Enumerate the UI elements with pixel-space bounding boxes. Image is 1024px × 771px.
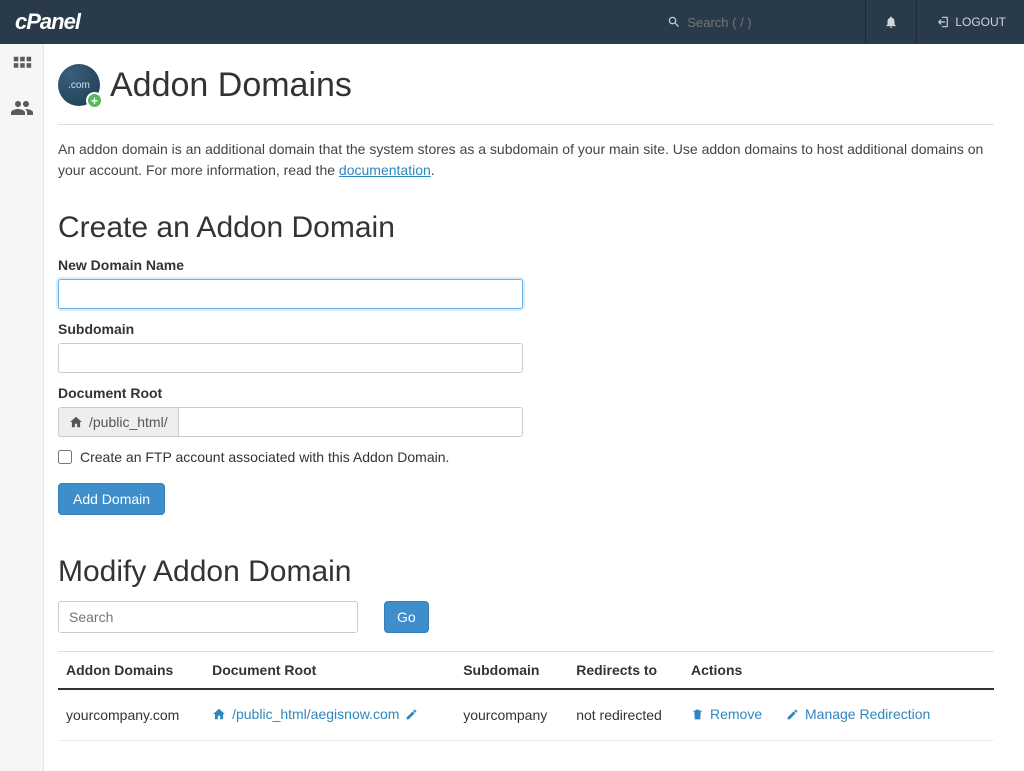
users-icon <box>10 96 34 120</box>
new-domain-label: New Domain Name <box>58 257 994 273</box>
intro-text: An addon domain is an additional domain … <box>58 139 994 181</box>
apps-grid-button[interactable] <box>11 54 33 76</box>
plus-badge-icon: + <box>86 92 103 109</box>
left-sidebar <box>0 44 44 771</box>
subdomain-label: Subdomain <box>58 321 994 337</box>
modify-heading: Modify Addon Domain <box>58 555 994 589</box>
edit-icon <box>786 708 799 721</box>
col-addon[interactable]: Addon Domains <box>58 652 204 690</box>
top-navbar: cPanel LOGOUT <box>0 0 1024 44</box>
trash-icon <box>691 708 704 721</box>
page-title: Addon Domains <box>110 66 352 105</box>
col-redirects[interactable]: Redirects to <box>568 652 683 690</box>
docroot-group: Document Root /public_html/ <box>58 385 994 437</box>
navbar-search[interactable] <box>637 0 865 44</box>
bell-icon <box>884 15 898 29</box>
logout-label: LOGOUT <box>955 15 1006 29</box>
col-actions: Actions <box>683 652 994 690</box>
intro-part1: An addon domain is an additional domain … <box>58 141 983 178</box>
modify-search-row: Go <box>58 601 994 633</box>
manage-label: Manage Redirection <box>805 706 930 722</box>
documentation-link[interactable]: documentation <box>339 162 431 178</box>
intro-part2: . <box>431 162 435 178</box>
go-button[interactable]: Go <box>384 601 429 633</box>
main-content: .com + Addon Domains An addon domain is … <box>44 44 1024 771</box>
edit-icon[interactable] <box>405 708 418 721</box>
home-icon <box>69 415 83 429</box>
add-domain-button[interactable]: Add Domain <box>58 483 165 515</box>
notifications-button[interactable] <box>865 0 916 44</box>
navbar-search-input[interactable] <box>687 15 847 30</box>
navbar-right: LOGOUT <box>637 0 1024 44</box>
users-button[interactable] <box>10 96 34 120</box>
logout-button[interactable]: LOGOUT <box>916 0 1024 44</box>
home-icon <box>212 707 226 721</box>
addon-domains-icon: .com + <box>58 64 100 106</box>
docroot-link[interactable]: /public_html/aegisnow.com <box>232 706 399 722</box>
ftp-checkbox-row: Create an FTP account associated with th… <box>58 449 994 465</box>
col-subdomain[interactable]: Subdomain <box>455 652 568 690</box>
new-domain-input[interactable] <box>58 279 523 309</box>
subdomain-group: Subdomain <box>58 321 994 373</box>
new-domain-group: New Domain Name <box>58 257 994 309</box>
grid-icon <box>11 54 33 76</box>
addon-domains-table: Addon Domains Document Root Subdomain Re… <box>58 651 994 741</box>
modify-search-input[interactable] <box>58 601 358 633</box>
page-header: .com + Addon Domains <box>58 64 994 125</box>
remove-action[interactable]: Remove <box>691 706 762 722</box>
docroot-prefix: /public_html/ <box>58 407 178 437</box>
ftp-checkbox[interactable] <box>58 450 72 464</box>
docroot-prefix-text: /public_html/ <box>89 414 168 430</box>
subdomain-input[interactable] <box>58 343 523 373</box>
docroot-label: Document Root <box>58 385 994 401</box>
docroot-input[interactable] <box>178 407 523 437</box>
manage-redirection-action[interactable]: Manage Redirection <box>786 706 930 722</box>
remove-label: Remove <box>710 706 762 722</box>
create-heading: Create an Addon Domain <box>58 211 994 245</box>
icon-label: .com <box>68 80 90 91</box>
navbar-left: cPanel <box>15 9 80 35</box>
col-docroot[interactable]: Document Root <box>204 652 455 690</box>
cpanel-logo: cPanel <box>15 9 80 35</box>
search-icon <box>667 15 681 29</box>
logout-icon <box>935 15 949 29</box>
ftp-checkbox-label: Create an FTP account associated with th… <box>80 449 449 465</box>
